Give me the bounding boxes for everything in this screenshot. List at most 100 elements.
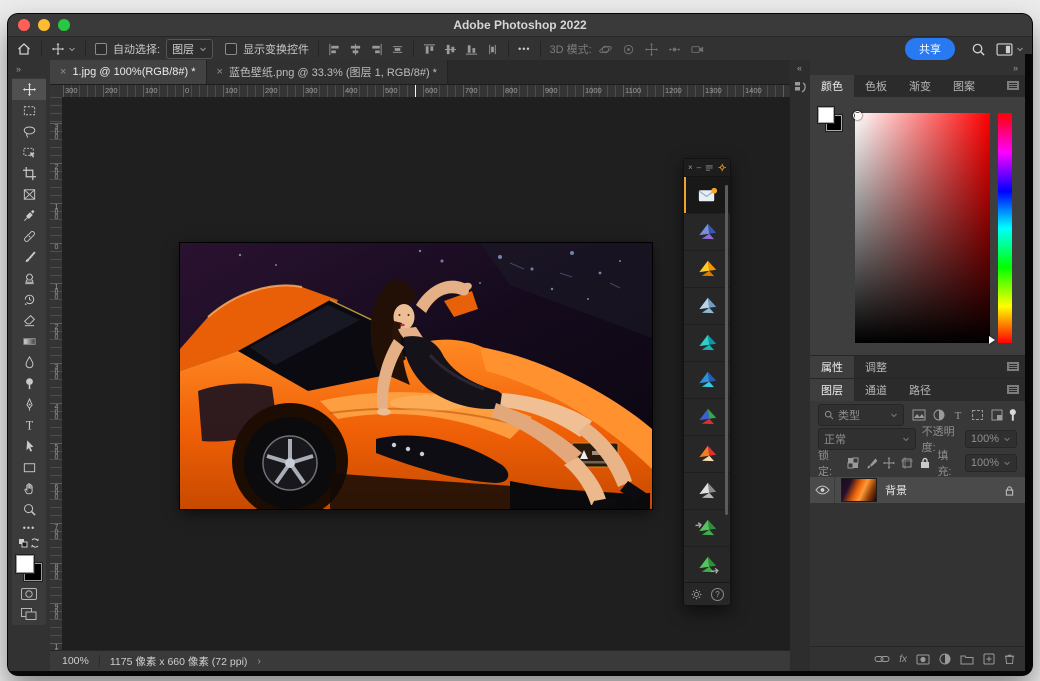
tab-close-icon[interactable]: × (60, 66, 66, 78)
lock-pixels-icon[interactable] (865, 457, 877, 469)
panel-collapse-icon[interactable]: » (1013, 63, 1019, 73)
share-button[interactable]: 共享 (905, 38, 955, 60)
history-panel-icon[interactable] (794, 81, 807, 94)
filter-shape-icon[interactable] (971, 409, 984, 421)
layer-style-icon[interactable]: fx (899, 654, 907, 665)
plugin-blue[interactable] (684, 214, 730, 251)
lock-all-icon[interactable] (919, 457, 931, 469)
tab-color[interactable]: 颜色 (810, 75, 854, 97)
tab-paths[interactable]: 路径 (898, 379, 942, 401)
blur-tool[interactable] (12, 352, 46, 373)
auto-select-checkbox[interactable] (95, 43, 107, 55)
gradient-tool[interactable] (12, 331, 46, 352)
filter-type-icon[interactable]: T (952, 409, 964, 421)
align-top-icon[interactable] (423, 43, 436, 56)
plugin-close-icon[interactable]: × (688, 163, 693, 172)
tab-adjustments[interactable]: 调整 (854, 356, 898, 378)
align-center-horizontal-icon[interactable] (349, 43, 362, 56)
new-group-icon[interactable] (960, 654, 974, 665)
foreground-background-swatches[interactable] (15, 554, 43, 582)
pen-tool[interactable] (12, 394, 46, 415)
filter-adjustment-icon[interactable] (933, 409, 945, 421)
path-selection-tool[interactable] (12, 436, 46, 457)
move-tool[interactable] (12, 79, 46, 100)
dock-collapse-icon[interactable]: « (790, 63, 810, 73)
help-icon[interactable]: ? (711, 588, 724, 601)
roll-3d-icon[interactable] (621, 42, 636, 57)
orbit-3d-icon[interactable] (598, 42, 613, 57)
dodge-tool[interactable] (12, 373, 46, 394)
layer-thumbnail[interactable] (841, 478, 877, 502)
maximize-window-button[interactable] (58, 19, 70, 31)
plugin-green-export[interactable] (684, 547, 730, 582)
align-bottom-icon[interactable] (465, 43, 478, 56)
panel-menu-icon[interactable] (1007, 385, 1019, 394)
edit-toolbar-icon[interactable]: ••• (12, 520, 46, 536)
panel-menu-icon[interactable] (1007, 81, 1019, 90)
plugin-settings-icon[interactable] (718, 163, 726, 172)
healing-brush-tool[interactable] (12, 226, 46, 247)
lock-transparency-icon[interactable] (847, 457, 859, 469)
adjustment-layer-icon[interactable] (939, 653, 951, 665)
distribute-vertical-icon[interactable] (486, 43, 499, 56)
search-icon[interactable] (971, 42, 986, 57)
plugin-menu-icon[interactable] (705, 164, 713, 172)
align-left-icon[interactable] (328, 43, 341, 56)
panel-foreground-swatch[interactable] (818, 107, 834, 123)
workspace-switcher[interactable] (996, 43, 1024, 56)
panel-menu-icon[interactable] (1007, 362, 1019, 371)
toolbar-overflow-icon[interactable]: » (16, 64, 50, 74)
close-window-button[interactable] (18, 19, 30, 31)
filter-pixel-icon[interactable] (912, 409, 926, 421)
object-selection-tool[interactable] (12, 142, 46, 163)
plugin-mail[interactable] (684, 177, 730, 214)
marquee-tool[interactable] (12, 100, 46, 121)
tab-swatches[interactable]: 色板 (854, 75, 898, 97)
canvas-image[interactable] (180, 243, 652, 509)
eraser-tool[interactable] (12, 310, 46, 331)
opacity-dropdown[interactable]: 100% (965, 430, 1017, 448)
add-mask-icon[interactable] (916, 654, 930, 665)
fill-dropdown[interactable]: 100% (965, 454, 1017, 472)
camera-3d-icon[interactable] (690, 42, 705, 57)
plugin-red-orange[interactable] (684, 436, 730, 473)
layer-filter-dropdown[interactable]: 类型 (818, 404, 904, 426)
auto-select-dropdown[interactable]: 图层 (166, 39, 213, 59)
hue-slider[interactable] (998, 113, 1012, 343)
plugin-cyan[interactable] (684, 362, 730, 399)
panel-color-swatches[interactable] (818, 107, 844, 133)
align-right-icon[interactable] (370, 43, 383, 56)
plugin-scrollbar[interactable] (725, 185, 728, 515)
hue-slider-pointer[interactable] (989, 336, 995, 344)
plugin-silver[interactable] (684, 473, 730, 510)
brush-tool[interactable] (12, 247, 46, 268)
gear-icon[interactable] (690, 588, 703, 601)
status-chevron-icon[interactable]: › (257, 655, 261, 667)
hand-tool[interactable] (12, 478, 46, 499)
plugin-lightblue[interactable] (684, 288, 730, 325)
delete-layer-icon[interactable] (1004, 653, 1015, 665)
canvas-viewport[interactable] (62, 97, 790, 651)
minimize-window-button[interactable] (38, 19, 50, 31)
saturation-brightness-field[interactable] (855, 113, 990, 343)
tab-channels[interactable]: 通道 (854, 379, 898, 401)
tab-properties[interactable]: 属性 (810, 356, 854, 378)
tab-patterns[interactable]: 图案 (942, 75, 986, 97)
current-tool-indicator[interactable] (51, 42, 76, 56)
show-transform-checkbox[interactable] (225, 43, 237, 55)
pan-3d-icon[interactable] (644, 42, 659, 57)
plugin-tricolor[interactable] (684, 399, 730, 436)
more-options-icon[interactable]: ••• (518, 44, 530, 54)
filter-smart-object-icon[interactable] (991, 409, 1003, 421)
lock-artboard-icon[interactable] (901, 457, 913, 469)
document-tab[interactable]: ×蓝色壁纸.png @ 33.3% (图层 1, RGB/8#) * (207, 60, 448, 84)
lock-position-icon[interactable] (883, 457, 895, 469)
tab-close-icon[interactable]: × (217, 66, 223, 78)
foreground-color-swatch[interactable] (16, 555, 34, 573)
tab-gradients[interactable]: 渐变 (898, 75, 942, 97)
plugin-green-import[interactable] (684, 510, 730, 547)
tab-layers[interactable]: 图层 (810, 379, 854, 401)
screen-mode-button[interactable] (12, 604, 46, 624)
clone-stamp-tool[interactable] (12, 268, 46, 289)
slide-3d-icon[interactable] (667, 42, 682, 57)
